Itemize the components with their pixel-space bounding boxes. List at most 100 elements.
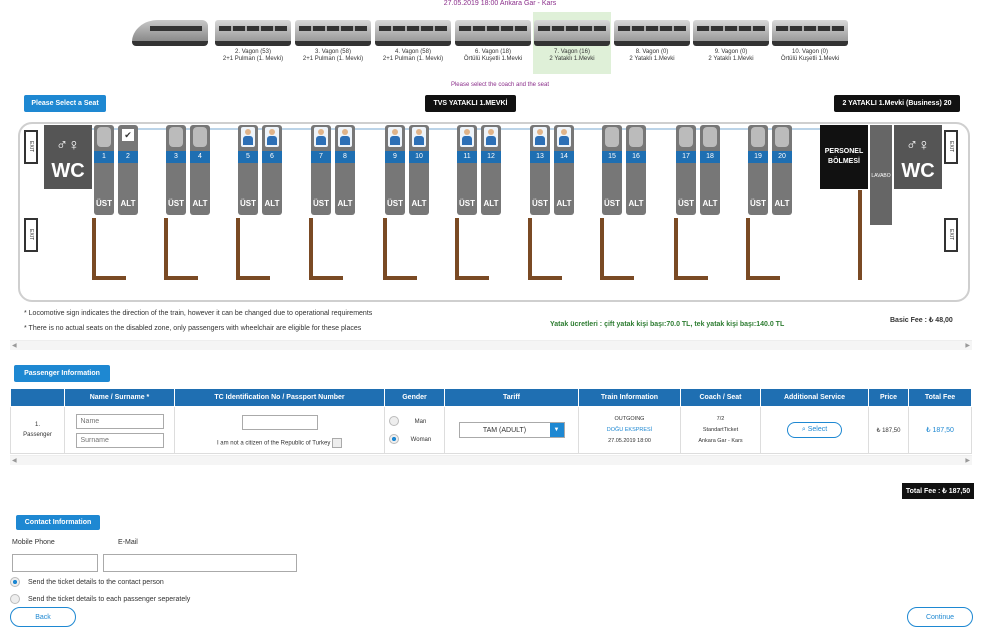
train-name: DOĞU EKSPRESİ (606, 426, 653, 433)
compartment-wall (236, 218, 240, 280)
berth-9: 9 ÜST (385, 125, 405, 215)
pillow-icon (193, 127, 207, 147)
tc-id-input[interactable] (241, 414, 318, 430)
berth-15[interactable]: 15 ÜST (602, 125, 622, 215)
surname-input[interactable] (75, 433, 164, 448)
berth-2[interactable]: ✔ 2 ALT (118, 125, 138, 215)
berth-number: 8 (335, 151, 355, 163)
gender-woman-radio[interactable] (389, 434, 399, 444)
gender-man-label: Man (414, 418, 427, 425)
berth-fee-info: Yatak ücretleri : çift yatak kişi başı:7… (550, 321, 785, 328)
berth-12: 12 ALT (481, 125, 501, 215)
berth-level: ALT (483, 199, 499, 208)
berth-19[interactable]: 19 ÜST (748, 125, 768, 215)
mobile-phone-input[interactable] (12, 554, 98, 572)
berth-number: 13 (530, 151, 550, 163)
pillow-icon (775, 127, 789, 147)
compartment-floor (746, 276, 780, 280)
berth-level: ALT (192, 199, 208, 208)
table-scrollbar[interactable]: ◀ ▶ (10, 455, 972, 465)
compartment-wall (746, 218, 750, 280)
horizontal-scrollbar[interactable]: ◀ ▶ (10, 340, 972, 350)
berth-1[interactable]: 1 ÜST (94, 125, 114, 215)
passenger-icon (265, 127, 279, 147)
send-contact-radio[interactable] (10, 577, 20, 587)
chevron-down-icon: ▼ (549, 423, 564, 437)
berth-17[interactable]: 17 ÜST (676, 125, 696, 215)
compartment-floor (455, 276, 489, 280)
berth-18[interactable]: 18 ALT (700, 125, 720, 215)
coach-seat-cell: 7/2 StandartTicket Ankara Gar - Kars (680, 406, 761, 454)
passenger-icon (460, 127, 474, 147)
berth-level: ALT (702, 199, 718, 208)
pillow-icon (751, 127, 765, 147)
scroll-right-icon[interactable]: ▶ (965, 456, 970, 466)
tariff-value: TAM (ADULT) (482, 426, 527, 434)
berth-number: 3 (166, 151, 186, 163)
scroll-right-icon[interactable]: ▶ (965, 341, 970, 351)
name-input[interactable] (75, 414, 164, 429)
locomotive-image (132, 20, 208, 46)
wagon-2[interactable]: 2. Vagon (53) 2+1 Pulman (1. Mevki) (214, 12, 292, 74)
berth-11: 11 ÜST (457, 125, 477, 215)
ticket-type: StandartTicket (702, 426, 739, 433)
passenger-icon (412, 127, 426, 147)
berth-3[interactable]: 3 ÜST (166, 125, 186, 215)
wagon-4[interactable]: 4. Vagon (58) 2+1 Pulman (1. Mevki) (374, 12, 452, 74)
wagon-image (614, 20, 690, 46)
compartment-floor (92, 276, 126, 280)
berth-number: 15 (602, 151, 622, 163)
mobile-label: Mobile Phone (12, 539, 55, 546)
wagon-image (693, 20, 769, 46)
berth-level: ALT (120, 199, 136, 208)
berth-20[interactable]: 20 ALT (772, 125, 792, 215)
pillow-icon (605, 127, 619, 147)
send-contact-option[interactable]: Send the ticket details to the contact p… (10, 577, 164, 587)
passenger-table-header: Name / Surname * TC Identification No / … (10, 388, 972, 407)
berth-level: ALT (628, 199, 644, 208)
passenger-icon (533, 127, 547, 147)
gender-woman-label: Woman (410, 436, 432, 443)
wagon-10[interactable]: 10. Vagon (0) Örtülü Kuşetli 1.Mevki (771, 12, 849, 74)
citizen-label: I am not a citizen of the Republic of Tu… (216, 440, 331, 447)
wagon-6[interactable]: 6. Vagon (18) Örtülü Kuşetli 1.Mevki (454, 12, 532, 74)
route-title: 27.05.2019 18:00 Ankara Gar - Kars (443, 0, 557, 7)
train-info-cell: OUTGOING DOĞU EKSPRESİ 27.05.2019 18:00 (578, 406, 681, 454)
wagon-3[interactable]: 3. Vagon (58) 2+1 Pulman (1. Mevki) (294, 12, 372, 74)
berth-number: 11 (457, 151, 477, 163)
scroll-left-icon[interactable]: ◀ (12, 456, 17, 466)
additional-service-button[interactable]: ⌕ Select (786, 422, 843, 438)
citizen-checkbox[interactable] (332, 437, 343, 448)
back-button[interactable]: Back (10, 607, 76, 627)
berth-4[interactable]: 4 ALT (190, 125, 210, 215)
header-name: Name / Surname * (64, 388, 175, 407)
wagon-9[interactable]: 9. Vagon (0) 2 Yataklı 1.Mevki (692, 12, 770, 74)
gender-man-radio[interactable] (389, 416, 399, 426)
scroll-left-icon[interactable]: ◀ (12, 341, 17, 351)
coach-class-banner: 2 YATAKLI 1.Mevki (Business) 20 (834, 95, 960, 112)
wagon-name: 8. Vagon (0) (635, 49, 669, 55)
berth-number: 7 (311, 151, 331, 163)
wagon-name: 6. Vagon (18) (475, 49, 511, 55)
staff-label-2: BÖLMESİ (828, 158, 860, 165)
header-gender: Gender (384, 388, 445, 407)
wagon-type: Örtülü Kuşetli 1.Mevki (463, 56, 523, 62)
send-each-option[interactable]: Send the ticket details to each passenge… (10, 594, 190, 604)
passenger-icon (314, 127, 328, 147)
total-fee-badge: Total Fee : ₺ 187,50 (902, 483, 974, 499)
berth-16[interactable]: 16 ALT (626, 125, 646, 215)
exit-icon-right-bottom: EXIT (944, 218, 958, 252)
check-icon: ✔ (122, 129, 134, 141)
wagon-7-selected[interactable]: 7. Vagon (16) 2 Yataklı 1.Mevki (533, 12, 611, 74)
tariff-select[interactable]: TAM (ADULT) ▼ (458, 422, 565, 438)
send-each-radio[interactable] (10, 594, 20, 604)
train-date: 27.05.2019 18:00 (608, 437, 651, 444)
continue-button[interactable]: Continue (907, 607, 973, 627)
berth-number: 2 (118, 151, 138, 163)
wagon-name: 10. Vagon (0) (792, 49, 828, 55)
header-total-fee: Total Fee (908, 388, 972, 407)
pillow-icon (703, 127, 717, 147)
berth-level: ALT (411, 199, 427, 208)
email-input[interactable] (103, 554, 297, 572)
wagon-8[interactable]: 8. Vagon (0) 2 Yataklı 1.Mevki (613, 12, 691, 74)
